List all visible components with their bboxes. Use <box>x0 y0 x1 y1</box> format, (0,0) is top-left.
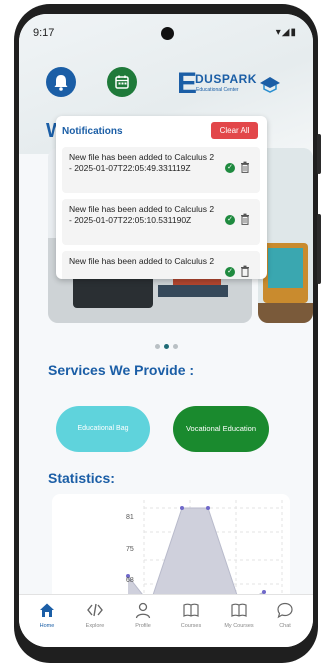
carousel-pagination <box>155 336 182 354</box>
carousel-dot[interactable] <box>155 344 160 349</box>
notification-text: New file has been added to Calculus 2 - … <box>69 152 215 173</box>
app-screen: 9:17 ▾◢▮ E DUSPARK Educational Center W <box>19 14 313 647</box>
y-tick-label: 75 <box>126 546 134 553</box>
book-icon <box>231 603 247 617</box>
nav-label: Profile <box>135 623 151 629</box>
nav-label: Explore <box>85 623 105 629</box>
area-chart <box>126 500 283 604</box>
chat-icon <box>277 602 293 619</box>
notification-item[interactable]: New file has been added to Calculus 2 ✓ <box>62 251 260 279</box>
front-camera <box>161 27 174 40</box>
notification-item[interactable]: New file has been added to Calculus 2 - … <box>62 199 260 245</box>
notifications-title: Notifications <box>62 126 123 137</box>
mark-read-icon[interactable]: ✓ <box>225 163 235 173</box>
services-heading: Services We Provide : <box>48 362 195 378</box>
calendar-button[interactable] <box>107 67 137 97</box>
trash-icon[interactable] <box>240 265 250 277</box>
notifications-dropdown: Notifications Clear All New file has bee… <box>56 116 267 279</box>
bell-icon <box>54 75 68 91</box>
notification-text: New file has been added to Calculus 2 <box>69 256 215 266</box>
mark-read-icon[interactable]: ✓ <box>225 267 235 277</box>
chart-point <box>206 506 210 510</box>
notification-text: New file has been added to Calculus 2 - … <box>69 204 215 225</box>
nav-my-courses[interactable]: My Courses <box>217 601 261 643</box>
y-tick-label: 68 <box>126 577 134 584</box>
vocational-education-button[interactable]: Vocational Education <box>173 406 269 452</box>
nav-explore[interactable]: Explore <box>73 601 117 643</box>
clear-all-button[interactable]: Clear All <box>211 122 258 139</box>
logo-mark-icon <box>260 77 280 93</box>
nav-label: Chat <box>279 623 291 629</box>
statistics-heading: Statistics: <box>48 470 115 486</box>
status-icons: ▾◢▮ <box>275 27 297 38</box>
notifications-button[interactable] <box>46 67 76 97</box>
book-icon <box>183 603 199 617</box>
statistics-chart: 81 75 68 <box>52 494 290 604</box>
code-icon <box>87 603 103 617</box>
status-bar: 9:17 ▾◢▮ <box>19 14 313 52</box>
nav-label: My Courses <box>224 623 254 629</box>
logo-letter: E <box>177 67 198 100</box>
carousel-dot[interactable] <box>173 344 178 349</box>
status-time: 9:17 <box>33 27 55 39</box>
home-icon <box>40 603 54 617</box>
logo-subtitle: Educational Center <box>196 87 239 93</box>
logo-name: DUSPARK <box>195 72 257 86</box>
mark-read-icon[interactable]: ✓ <box>225 215 235 225</box>
chart-area-fill <box>128 508 264 604</box>
nav-profile[interactable]: Profile <box>121 601 165 643</box>
carousel-dot-active[interactable] <box>164 344 169 349</box>
trash-icon[interactable] <box>240 213 250 225</box>
bottom-navigation: Home Explore Profile Courses My Courses … <box>19 594 313 647</box>
educational-bag-button[interactable]: Educational Bag <box>56 406 150 452</box>
nav-home[interactable]: Home <box>25 601 69 643</box>
eduspark-logo: E DUSPARK Educational Center <box>177 69 287 99</box>
nav-label: Courses <box>180 623 202 629</box>
y-tick-label: 81 <box>126 514 134 521</box>
trash-icon[interactable] <box>240 161 250 173</box>
nav-label: Home <box>39 623 55 629</box>
calendar-icon <box>115 75 129 89</box>
user-icon <box>135 602 151 619</box>
nav-chat[interactable]: Chat <box>263 601 307 643</box>
volume-button <box>317 134 321 174</box>
nav-courses[interactable]: Courses <box>169 601 213 643</box>
notification-item[interactable]: New file has been added to Calculus 2 - … <box>62 147 260 193</box>
chart-point <box>180 506 184 510</box>
power-button <box>317 214 321 284</box>
